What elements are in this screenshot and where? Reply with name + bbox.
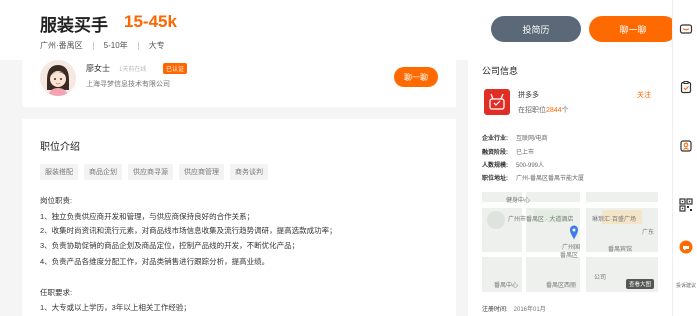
qr-code-icon[interactable] [679, 198, 693, 212]
recruiter-active-status: 1天前在线 [119, 67, 147, 73]
company-name[interactable]: 拼多多 [518, 90, 539, 100]
avatar[interactable] [40, 60, 76, 96]
follow-button[interactable]: 关注 [637, 90, 651, 100]
job-experience: 5-10年 [103, 41, 128, 50]
chat-button[interactable]: 聊一聊 [589, 16, 677, 42]
skill-tag: 商品企划 [84, 164, 122, 180]
section-heading: 公司信息 [482, 66, 519, 76]
recruiter-company: 上海寻梦信息技术有限公司 [86, 81, 170, 88]
side-toolbar: 投诉建议 [672, 0, 697, 316]
location-map[interactable]: 健身中心 广州市番禺区 · 大道酒店 琳琅汇·百盛广场 广州国 番禺区 番禺宾馆… [482, 192, 658, 292]
divider [137, 41, 139, 50]
company-info-row: 职位地址: 广州-番禺区番禺节能大厦 [482, 176, 584, 182]
job-meta: 广州·番禺区 5-10年 大专 [40, 40, 165, 51]
divider [92, 41, 94, 50]
skill-tag: 商务谈判 [230, 164, 268, 180]
registration-date: 注册时间: 2016年01月 [482, 307, 546, 313]
job-salary: 15-45k [124, 12, 177, 31]
company-card: 公司信息 拼多多 在招职位2844个 关注 企业行业: 互联网/电商 融资阶段:… [468, 55, 672, 316]
feedback-icon[interactable] [679, 240, 693, 254]
duty-line: 2、收集时尚资讯和流行元素，对商品线市场信息收集及流行趋势调研，提高选款成功率； [40, 226, 337, 235]
requirements-title: 任职要求: [40, 288, 73, 297]
map-label: 公司 [594, 275, 607, 281]
chat-recruiter-button[interactable]: 聊一聊 [394, 67, 438, 87]
job-description-card: 职位介绍 服装搭配 商品企划 供应商寻源 供应商管理 商务谈判 岗位职责: 1、… [22, 119, 456, 316]
view-large-map-button[interactable]: 查看大图 [625, 279, 654, 289]
map-label: 琳琅汇·百盛广场 [592, 217, 636, 223]
map-label: 番禺中心 [494, 283, 519, 289]
job-location: 广州·番禺区 [40, 41, 83, 50]
map-label: 健身中心 [506, 198, 531, 204]
duty-line: 1、独立负责供应商开发和管理，与供应商保持良好的合作关系； [40, 212, 255, 221]
company-info-row: 融资阶段: 已上市 [482, 150, 535, 156]
job-header: 服装买手 15-45k 广州·番禺区 5-10年 大专 投简历 聊一聊 [0, 0, 677, 60]
recruiter-card: 廖女士 1天前在线 已认证 上海寻梦信息技术有限公司 聊一聊 [22, 55, 456, 107]
skill-tags: 服装搭配 商品企划 供应商寻源 供应商管理 商务谈判 [40, 164, 268, 180]
feedback-label[interactable]: 投诉建议 [676, 283, 696, 290]
skill-tag: 供应商管理 [179, 164, 224, 180]
skill-tag: 服装搭配 [40, 164, 78, 180]
message-icon[interactable] [679, 22, 693, 36]
map-label: 番禺区 [560, 253, 579, 259]
duty-line: 4、负责产品各维度分配工作，对品类销售进行跟踪分析，提高业绩。 [40, 257, 270, 266]
job-title: 服装买手 [40, 16, 108, 35]
company-info-row: 人数规模: 500-999人 [482, 163, 545, 169]
duties-title: 岗位职责: [40, 196, 73, 205]
job-education: 大专 [148, 41, 165, 50]
company-logo[interactable] [484, 89, 510, 115]
requirement-line: 1、大专或以上学历，3年以上相关工作经验； [40, 303, 191, 312]
verified-badge: 已认证 [163, 63, 188, 74]
map-label: 番禺区西丽 [546, 283, 577, 289]
section-heading: 职位介绍 [40, 142, 80, 153]
map-label: 广州市番禺区 · 大道酒店 [508, 217, 574, 223]
clipboard-icon[interactable] [679, 80, 693, 94]
profile-icon[interactable] [679, 139, 693, 153]
skill-tag: 供应商寻源 [128, 164, 173, 180]
map-label: 广东 [642, 230, 655, 236]
send-resume-button[interactable]: 投简历 [491, 16, 581, 42]
recruiter-name: 廖女士 [86, 64, 110, 73]
company-info-row: 企业行业: 互联网/电商 [482, 136, 548, 142]
company-open-jobs[interactable]: 在招职位2844个 [518, 105, 569, 115]
map-label: 番禺宾馆 [608, 247, 633, 253]
duty-line: 3、负责协助促销的商品企划及商品定位，控制产品线的开发，不断优化产品； [40, 241, 300, 250]
